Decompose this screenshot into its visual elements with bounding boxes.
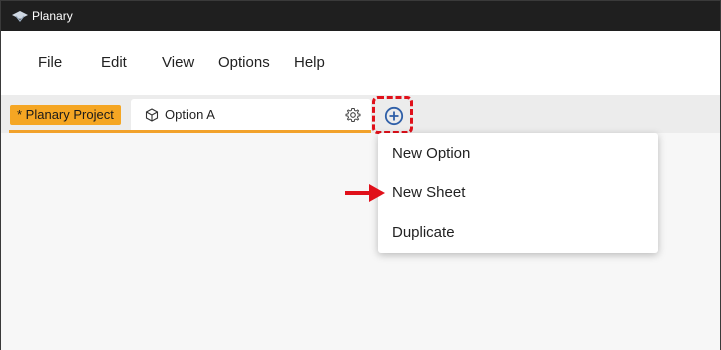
app-title: Planary bbox=[32, 9, 73, 23]
gear-icon[interactable] bbox=[345, 107, 361, 123]
plus-circle-icon[interactable] bbox=[384, 106, 404, 126]
menu-view[interactable]: View bbox=[162, 54, 194, 71]
cube-icon bbox=[145, 108, 159, 122]
tab-bar: * Planary Project Option A bbox=[0, 95, 721, 133]
tab-option-a-label: Option A bbox=[165, 107, 215, 122]
dropdown-new-sheet[interactable]: New Sheet bbox=[392, 184, 465, 201]
add-dropdown-menu: New Option New Sheet Duplicate bbox=[378, 133, 658, 253]
app-logo-icon bbox=[12, 11, 28, 22]
dropdown-new-option[interactable]: New Option bbox=[392, 145, 470, 162]
menu-file[interactable]: File bbox=[38, 54, 62, 71]
dropdown-duplicate[interactable]: Duplicate bbox=[392, 224, 455, 241]
menu-edit[interactable]: Edit bbox=[101, 54, 127, 71]
red-arrow-icon bbox=[345, 184, 385, 202]
tab-planary-project[interactable]: * Planary Project bbox=[10, 105, 121, 125]
menu-help[interactable]: Help bbox=[294, 54, 325, 71]
menu-bar: File Edit View Options Help bbox=[0, 31, 721, 95]
title-bar: Planary bbox=[0, 0, 721, 31]
menu-options[interactable]: Options bbox=[218, 54, 270, 71]
tab-option-a[interactable]: Option A bbox=[131, 99, 371, 130]
